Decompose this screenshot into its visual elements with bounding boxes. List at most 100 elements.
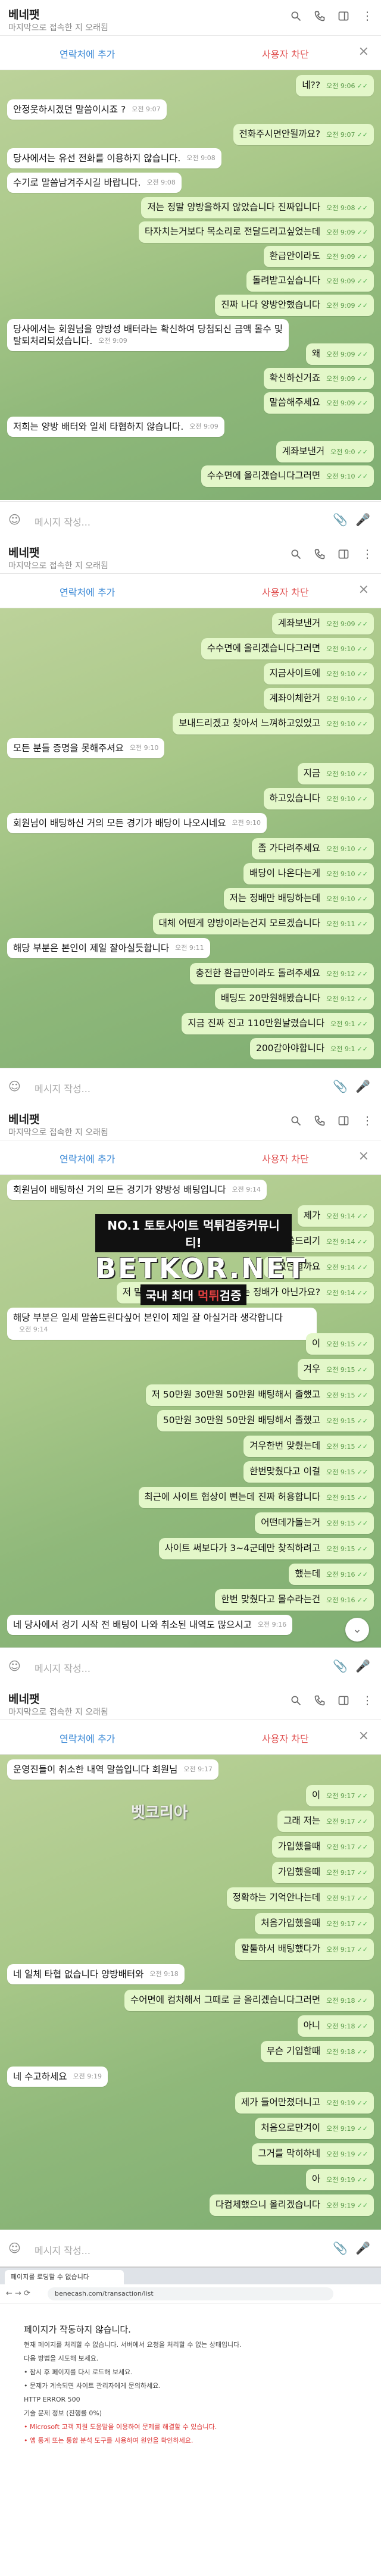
outgoing-message[interactable]: 좀 가다려주세요 오전 9:10 ✓✓ bbox=[252, 838, 374, 859]
outgoing-message[interactable]: 그거를 막히하네 오전 9:19 ✓✓ bbox=[252, 2143, 374, 2165]
browser-tab[interactable]: 페이지를 로딩할 수 없습니다 bbox=[5, 2270, 124, 2284]
incoming-message[interactable]: 당사에서는 회원님을 양방성 배터라는 확신하여 당첨되신 금액 몰수 및 탈퇴… bbox=[7, 319, 289, 351]
outgoing-message[interactable]: 배당이 나온다는게 오전 9:10 ✓✓ bbox=[243, 863, 374, 884]
outgoing-message[interactable]: 수수면에 올리겠습니다그러면 오전 9:10 ✓✓ bbox=[201, 465, 374, 487]
emoji-icon[interactable]: ☺ bbox=[8, 2241, 21, 2255]
search-icon[interactable] bbox=[288, 546, 304, 562]
outgoing-message[interactable]: 대체 어떤게 양방이라는건지 모르겠습니다 오전 9:11 ✓✓ bbox=[152, 913, 374, 934]
close-icon[interactable]: × bbox=[358, 1728, 369, 1743]
phone-icon[interactable] bbox=[312, 1693, 327, 1708]
outgoing-message[interactable]: 계좌보낸거 오전 9:09 ✓✓ bbox=[271, 613, 374, 634]
phone-icon[interactable] bbox=[312, 8, 327, 24]
contact-name[interactable]: 베네팻 bbox=[8, 1690, 39, 1706]
outgoing-message[interactable]: 왜 오전 9:09 ✓✓ bbox=[305, 343, 374, 365]
block-user-button[interactable]: 사용자 차단 bbox=[262, 46, 309, 61]
help-link[interactable]: • 앱 통계 또는 통합 분석 도구를 사용하여 원인을 확인하세요. bbox=[24, 2436, 357, 2446]
outgoing-message[interactable]: 겨우 오전 9:15 ✓✓ bbox=[297, 1359, 374, 1380]
outgoing-message[interactable]: 할툴하서 배팅했다가 오전 9:17 ✓✓ bbox=[235, 1939, 374, 1960]
help-link[interactable]: • Microsoft 고객 지원 도움말을 이용하여 문제를 해결할 수 있습… bbox=[24, 2422, 357, 2432]
message-input[interactable]: 메시지 작성... bbox=[35, 514, 90, 529]
outgoing-message[interactable]: 배팅도 20만원해봤습니다 오전 9:12 ✓✓ bbox=[214, 988, 374, 1009]
close-icon[interactable]: × bbox=[358, 44, 369, 59]
incoming-message[interactable]: 당사에서는 유선 전화를 이용하지 않습니다. 오전 9:08 bbox=[7, 148, 221, 168]
outgoing-message[interactable]: 지금 진짜 진고 110만원날렸습니다 오전 9:1 ✓✓ bbox=[182, 1013, 374, 1034]
close-icon[interactable]: × bbox=[358, 582, 369, 597]
outgoing-message[interactable]: 이 오전 9:17 ✓✓ bbox=[305, 1785, 374, 1806]
contact-name[interactable]: 베네팻 bbox=[8, 544, 39, 560]
attach-icon[interactable]: 📎 bbox=[333, 1079, 348, 1093]
attach-icon[interactable]: 📎 bbox=[333, 512, 348, 527]
outgoing-message[interactable]: 충전한 환급만이라도 돌려주세요 오전 9:12 ✓✓ bbox=[189, 963, 374, 984]
message-area[interactable]: 운영진들이 취소한 내역 말씀입니다 회원님 오전 9:17 이 오전 9:17 ✓✓ 그… bbox=[0, 1755, 381, 2230]
outgoing-message[interactable]: 그래 저는 오전 9:17 ✓✓ bbox=[277, 1811, 374, 1832]
phone-icon[interactable] bbox=[312, 546, 327, 562]
outgoing-message[interactable]: 환급안이라도 오전 9:09 ✓✓ bbox=[263, 246, 374, 267]
incoming-message[interactable]: 운영진들이 취소한 내역 말씀입니다 회원님 오전 9:17 bbox=[7, 1759, 218, 1780]
mic-icon[interactable]: 🎤 bbox=[355, 1079, 370, 1093]
outgoing-message[interactable]: 한번맞췄다고 이걸 오전 9:15 ✓✓ bbox=[243, 1461, 374, 1483]
add-contact-button[interactable]: 연락처에 추가 bbox=[60, 1151, 115, 1165]
outgoing-message[interactable]: 가입했을때 오전 9:17 ✓✓ bbox=[271, 1836, 374, 1858]
address-bar[interactable]: benecash.com/transaction/list bbox=[48, 2287, 333, 2300]
mic-icon[interactable]: 🎤 bbox=[355, 512, 370, 527]
more-icon[interactable]: ⋮ bbox=[360, 1693, 375, 1708]
outgoing-message[interactable]: 지금사이트에 오전 9:10 ✓✓ bbox=[263, 663, 374, 684]
columns-icon[interactable] bbox=[336, 8, 351, 24]
more-icon[interactable]: ⋮ bbox=[360, 8, 375, 24]
add-contact-button[interactable]: 연락처에 추가 bbox=[60, 46, 115, 61]
contact-name[interactable]: 베네팻 bbox=[8, 1111, 39, 1127]
columns-icon[interactable] bbox=[336, 1113, 351, 1128]
incoming-message[interactable]: 회원님이 배팅하신 거의 모든 경기가 배당이 나오시네요 오전 9:10 bbox=[7, 813, 267, 833]
more-icon[interactable]: ⋮ bbox=[360, 1113, 375, 1128]
outgoing-message[interactable]: 50만원 30만원 50만원 배팅해서 졸했고 오전 9:15 ✓✓ bbox=[157, 1410, 374, 1431]
outgoing-message[interactable]: 최근에 사이트 협상이 뻔는데 진짜 허용합니다 오전 9:15 ✓✓ bbox=[138, 1487, 374, 1508]
close-icon[interactable]: × bbox=[358, 1149, 369, 1164]
outgoing-message[interactable]: 하고있습니다 오전 9:10 ✓✓ bbox=[263, 788, 374, 809]
incoming-message[interactable]: 네 일체 타협 없습니다 양방배터와 오전 9:18 bbox=[7, 1964, 185, 1984]
incoming-message[interactable]: 해당 부분은 본인이 제일 잘아실듯합니다 오전 9:11 bbox=[7, 938, 210, 958]
block-user-button[interactable]: 사용자 차단 bbox=[262, 1151, 309, 1165]
add-contact-button[interactable]: 연락처에 추가 bbox=[60, 1731, 115, 1745]
message-input[interactable]: 메시지 작성... bbox=[35, 1081, 90, 1095]
outgoing-message[interactable]: 했는데 오전 9:16 ✓✓ bbox=[289, 1564, 374, 1585]
outgoing-message[interactable]: 처음가입했을때 오전 9:17 ✓✓ bbox=[255, 1913, 374, 1934]
contact-name[interactable]: 베네팻 bbox=[8, 6, 39, 22]
outgoing-message[interactable]: 무슨 기입할때 오전 9:18 ✓✓ bbox=[260, 2041, 374, 2062]
outgoing-message[interactable]: 타자치는거보다 목소리로 전달드리고싶었는데 오전 9:09 ✓✓ bbox=[139, 221, 374, 243]
message-area[interactable]: 계좌보낸거 오전 9:09 ✓✓ 수수면에 올리겠습니다그러면 오전 9:10 ✓✓ 지금사… bbox=[0, 608, 381, 1068]
block-user-button[interactable]: 사용자 차단 bbox=[262, 584, 309, 599]
outgoing-message[interactable]: 한번 맞췄다고 몰수라는건 오전 9:16 ✓✓ bbox=[215, 1589, 374, 1611]
incoming-message[interactable]: 회원님이 배팅하신 거의 모든 경기가 양방성 배팅입니다 오전 9:14 bbox=[7, 1180, 267, 1200]
columns-icon[interactable] bbox=[336, 1693, 351, 1708]
scroll-down-button[interactable]: ⌄ bbox=[345, 1618, 369, 1642]
outgoing-message[interactable]: 지금 오전 9:10 ✓✓ bbox=[297, 763, 374, 784]
outgoing-message[interactable]: 저는 정말 양방을하지 않았습니다 진짜입니다 오전 9:08 ✓✓ bbox=[141, 197, 374, 218]
outgoing-message[interactable]: 200감아야합니다 오전 9:1 ✓✓ bbox=[249, 1038, 374, 1059]
emoji-icon[interactable]: ☺ bbox=[8, 512, 21, 527]
message-input[interactable]: 메시지 작성... bbox=[35, 1661, 90, 1675]
attach-icon[interactable]: 📎 bbox=[333, 2241, 348, 2255]
outgoing-message[interactable]: 제가 오전 9:14 ✓✓ bbox=[297, 1205, 374, 1227]
incoming-message[interactable]: 네 수고하세요 오전 9:19 bbox=[7, 2067, 108, 2087]
mic-icon[interactable]: 🎤 bbox=[355, 2241, 370, 2255]
outgoing-message[interactable]: 아니 오전 9:18 ✓✓ bbox=[297, 2015, 374, 2037]
incoming-message[interactable]: 네 당사에서 경기 시작 전 배팅이 나와 취소된 내역도 많으시고 오전 9:1… bbox=[7, 1615, 293, 1635]
block-user-button[interactable]: 사용자 차단 bbox=[262, 1731, 309, 1745]
phone-icon[interactable] bbox=[312, 1113, 327, 1128]
outgoing-message[interactable]: 돌려받고싶습니다 오전 9:09 ✓✓ bbox=[246, 270, 374, 292]
search-icon[interactable] bbox=[288, 8, 304, 24]
outgoing-message[interactable]: 전화주시면안될까요? 오전 9:07 ✓✓ bbox=[233, 124, 374, 145]
search-icon[interactable] bbox=[288, 1113, 304, 1128]
incoming-message[interactable]: 해당 부분은 일세 말씀드린다싶어 본인이 제일 잘 아실거라 생각합니다오전 … bbox=[7, 1308, 317, 1340]
outgoing-message[interactable]: 사이트 써보다가 3~4군데만 찾직하려고 오전 9:15 ✓✓ bbox=[158, 1538, 374, 1559]
outgoing-message[interactable]: 다컴체했으니 올리겠습니다 오전 9:19 ✓✓ bbox=[210, 2194, 374, 2216]
outgoing-message[interactable]: 수어면에 컴처해서 그때로 글 올리겠습니다그러면 오전 9:18 ✓✓ bbox=[124, 1990, 374, 2011]
incoming-message[interactable]: 저희는 양방 배터와 일체 타협하지 않습니다. 오전 9:09 bbox=[7, 417, 224, 437]
outgoing-message[interactable]: 저는 정배만 배팅하는데 오전 9:10 ✓✓ bbox=[223, 888, 374, 909]
incoming-message[interactable]: 수기로 말씀남겨주시길 바랍니다. 오전 9:08 bbox=[7, 173, 182, 193]
message-area[interactable]: 네?? 오전 9:06 ✓✓ 안정웃하시겠던 말씀이시죠 ? 오전 9:07 전화주시면안… bbox=[0, 70, 381, 500]
outgoing-message[interactable]: 이 오전 9:15 ✓✓ bbox=[305, 1333, 374, 1355]
outgoing-message[interactable]: 진짜 나다 양방안했습니다 오전 9:09 ✓✓ bbox=[215, 295, 374, 316]
nav-buttons[interactable]: ← → ⟳ bbox=[6, 2289, 30, 2298]
incoming-message[interactable]: 모든 분들 증명을 못해주셔요 오전 9:10 bbox=[7, 738, 165, 758]
